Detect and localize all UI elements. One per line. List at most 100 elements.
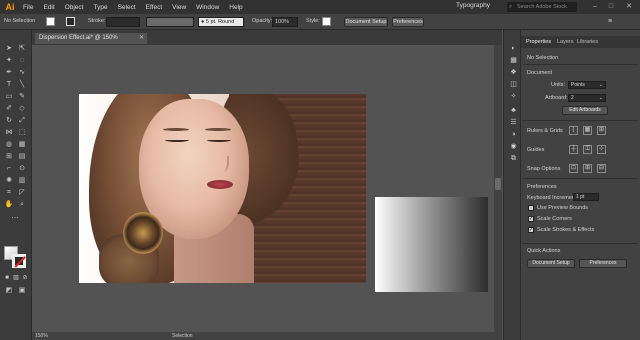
close-tab-icon[interactable]: ✕: [139, 33, 144, 44]
slice-tool-icon[interactable]: ◸: [17, 188, 27, 197]
menu-edit[interactable]: Edit: [38, 4, 59, 11]
current-tool[interactable]: Selection: [172, 333, 193, 339]
curvature-tool-icon[interactable]: ∿: [17, 68, 27, 77]
menu-select[interactable]: Select: [113, 4, 141, 11]
graphic-style-swatch[interactable]: [322, 17, 331, 26]
stock-search-input[interactable]: ⌕ Search Adobe Stock: [507, 2, 577, 12]
snap-to-grid-icon[interactable]: ⊞: [583, 164, 592, 173]
menu-effect[interactable]: Effect: [141, 4, 168, 11]
opacity-field[interactable]: 100%: [272, 17, 298, 27]
width-tool-icon[interactable]: ⋈: [4, 128, 14, 137]
close-icon[interactable]: ✕: [624, 2, 634, 12]
symbols-panel-icon[interactable]: ♣: [509, 106, 518, 115]
menu-type[interactable]: Type: [88, 4, 112, 11]
none-mode-icon[interactable]: ⊘: [20, 274, 30, 283]
shaper-tool-icon[interactable]: ✐: [4, 104, 14, 113]
brush-definition-field[interactable]: ● 5 pt. Round: [198, 17, 244, 27]
menu-object[interactable]: Object: [60, 4, 89, 11]
artboard-dropdown[interactable]: 2 ⌄: [568, 94, 606, 102]
zoom-tool-icon[interactable]: ⌕: [17, 200, 27, 209]
stroke-panel-icon[interactable]: ☰: [509, 118, 518, 127]
lock-guides-icon[interactable]: ⚿: [583, 145, 592, 154]
preferences-button[interactable]: Preferences: [392, 17, 424, 27]
use-preview-bounds-checkbox[interactable]: [528, 205, 534, 211]
tab-libraries[interactable]: Libraries: [577, 39, 598, 45]
lasso-icon[interactable]: ◌: [17, 56, 27, 65]
swatches-panel-icon[interactable]: ▦: [509, 56, 518, 65]
stroke-weight-field[interactable]: [106, 17, 140, 27]
app-logo: Ai: [5, 2, 15, 12]
rulers-icon[interactable]: ⌊: [569, 126, 578, 135]
pixel-grid-icon[interactable]: ⊞: [597, 126, 606, 135]
keyboard-increment-label: Keyboard Increment:: [527, 195, 579, 201]
rotate-tool-icon[interactable]: ↻: [4, 116, 14, 125]
maximize-icon[interactable]: □: [606, 2, 616, 12]
graph-tool-icon[interactable]: ▥: [17, 176, 27, 185]
scale-strokes-checkbox[interactable]: ✓: [528, 227, 534, 233]
tab-layers[interactable]: Layers: [557, 39, 574, 45]
grid-icon[interactable]: ▦: [583, 126, 592, 135]
edit-artboards-button[interactable]: Edit Artboards: [562, 106, 608, 115]
blend-tool-icon[interactable]: ⊙: [17, 164, 27, 173]
menu-view[interactable]: View: [167, 4, 191, 11]
document-setup-button[interactable]: Document Setup: [344, 17, 388, 27]
minimize-icon[interactable]: –: [590, 2, 600, 12]
rectangle-tool-icon[interactable]: ▭: [4, 92, 14, 101]
pen-tool-icon[interactable]: ✒: [4, 68, 14, 77]
keyboard-increment-field[interactable]: 1 pt: [573, 193, 599, 201]
show-guides-icon[interactable]: ┼: [569, 145, 578, 154]
transparency-panel-icon[interactable]: ◑: [509, 130, 518, 139]
symbol-sprayer-icon[interactable]: ✺: [4, 176, 14, 185]
scale-tool-icon[interactable]: ⤢: [17, 116, 27, 125]
brushes-panel-icon[interactable]: ✧: [509, 92, 518, 101]
graphic-styles-icon[interactable]: ◫: [509, 80, 518, 89]
artboard-tool-icon[interactable]: ⌗: [4, 188, 14, 197]
magic-wand-icon[interactable]: ✦: [4, 56, 14, 65]
gradient-rectangle[interactable]: [375, 197, 488, 292]
direct-selection-tool-icon[interactable]: ⇱: [17, 44, 27, 53]
type-tool-icon[interactable]: T: [4, 80, 14, 89]
menu-icon[interactable]: ≡: [608, 18, 612, 25]
snap-to-pixel-icon[interactable]: ⊟: [597, 164, 606, 173]
document-tab[interactable]: Dispersion Effect.ai* @ 150% (RGB/Previe…: [34, 32, 148, 52]
menu-help[interactable]: Help: [224, 4, 247, 11]
tab-properties[interactable]: Properties: [526, 39, 551, 45]
workspace-switcher[interactable]: Typography: [456, 2, 490, 9]
quick-document-setup-button[interactable]: Document Setup: [527, 259, 575, 268]
divider: [523, 178, 637, 179]
eyedropper-icon[interactable]: ⌐: [4, 164, 14, 173]
snap-to-point-icon[interactable]: ⊡: [569, 164, 578, 173]
free-transform-icon[interactable]: ⬚: [17, 128, 27, 137]
color-guide-icon[interactable]: ❖: [509, 68, 518, 77]
screen-mode-icon[interactable]: ▣: [17, 286, 27, 295]
mesh-tool-icon[interactable]: ⊞: [4, 152, 14, 161]
artboards-panel-icon[interactable]: ⧉: [509, 154, 518, 163]
eraser-icon[interactable]: ◇: [17, 104, 27, 113]
menu-window[interactable]: Window: [191, 4, 224, 11]
variable-width-field[interactable]: [146, 17, 194, 27]
zoom-level[interactable]: 150%: [35, 333, 48, 339]
gradient-tool-icon[interactable]: ▤: [17, 152, 27, 161]
menu-file[interactable]: File: [18, 4, 38, 11]
vertical-scrollbar-thumb[interactable]: [495, 178, 501, 190]
smart-guides-icon[interactable]: ⊹: [597, 145, 606, 154]
stroke-color-swatch[interactable]: [66, 17, 75, 26]
shape-builder-icon[interactable]: ◍: [4, 140, 14, 149]
fill-color-swatch[interactable]: [46, 17, 55, 26]
color-panel-icon[interactable]: ◐: [509, 44, 518, 53]
units-dropdown[interactable]: Points ⌄: [568, 81, 606, 89]
appearance-panel-icon[interactable]: ◉: [509, 142, 518, 151]
selection-tool-icon[interactable]: ➤: [4, 44, 14, 53]
artboard[interactable]: [79, 94, 366, 283]
lips: [207, 180, 233, 189]
edit-toolbar-icon[interactable]: ⋯: [10, 214, 20, 223]
scale-corners-checkbox[interactable]: ✓: [528, 216, 534, 222]
quick-preferences-button[interactable]: Preferences: [579, 259, 627, 268]
stroke-swatch[interactable]: [12, 254, 26, 268]
line-tool-icon[interactable]: ╲: [17, 80, 27, 89]
paintbrush-icon[interactable]: ✎: [17, 92, 27, 101]
snap-options-label: Snap Options: [527, 166, 561, 172]
hand-tool-icon[interactable]: ✋: [4, 200, 14, 209]
drawing-mode-icon[interactable]: ◩: [4, 286, 14, 295]
perspective-grid-icon[interactable]: ▦: [17, 140, 27, 149]
